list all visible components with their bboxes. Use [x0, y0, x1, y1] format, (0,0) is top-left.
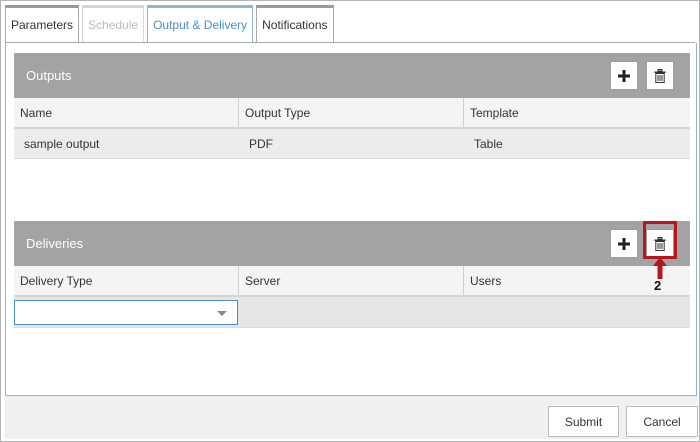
- outputs-table-header: Name Output Type Template: [14, 98, 690, 129]
- tab-notifications[interactable]: Notifications: [256, 5, 334, 42]
- dialog-window: Parameters Schedule Output & Delivery No…: [0, 0, 700, 442]
- callout-arrow-icon: [653, 257, 667, 279]
- deliveries-title: Deliveries: [26, 236, 84, 251]
- outputs-table: Name Output Type Template sample output …: [14, 98, 690, 159]
- submit-button[interactable]: Submit: [548, 406, 619, 437]
- tab-schedule: Schedule: [82, 5, 145, 42]
- output-delivery-panel: Outputs Name Output Type Template sample…: [5, 43, 697, 396]
- output-template-cell: Table: [474, 136, 503, 151]
- chevron-down-icon: [217, 311, 227, 316]
- tab-output-delivery[interactable]: Output & Delivery: [147, 5, 254, 42]
- add-delivery-button[interactable]: [610, 229, 638, 258]
- delete-delivery-button[interactable]: [646, 229, 674, 258]
- tab-parameters[interactable]: Parameters: [5, 5, 80, 42]
- tab-bar: Parameters Schedule Output & Delivery No…: [5, 5, 337, 42]
- deliveries-table-header: Delivery Type Server Users: [14, 266, 690, 297]
- deliveries-header: Deliveries: [14, 221, 690, 266]
- plus-icon: [618, 237, 630, 250]
- outputs-header: Outputs: [14, 53, 690, 98]
- delete-output-button[interactable]: [646, 61, 674, 90]
- delivery-type-select[interactable]: [14, 300, 238, 325]
- column-header-name[interactable]: Name: [14, 98, 239, 127]
- outputs-title: Outputs: [26, 68, 72, 83]
- callout-number: 2: [654, 278, 662, 293]
- table-row[interactable]: sample output PDF Table: [14, 129, 690, 159]
- deliveries-table: Delivery Type Server Users: [14, 266, 690, 328]
- output-type-cell: PDF: [249, 136, 273, 151]
- column-header-server[interactable]: Server: [239, 266, 464, 295]
- trash-icon: [654, 68, 666, 83]
- column-header-template[interactable]: Template: [464, 98, 690, 127]
- table-row: [14, 297, 690, 328]
- output-name-cell: sample output: [24, 136, 100, 151]
- column-header-output-type[interactable]: Output Type: [239, 98, 464, 127]
- plus-icon: [618, 69, 630, 82]
- dialog-footer: Submit Cancel: [5, 396, 698, 439]
- add-output-button[interactable]: [610, 61, 638, 90]
- column-header-delivery-type[interactable]: Delivery Type: [14, 266, 239, 295]
- cancel-button[interactable]: Cancel: [626, 406, 698, 437]
- trash-icon: [654, 236, 666, 251]
